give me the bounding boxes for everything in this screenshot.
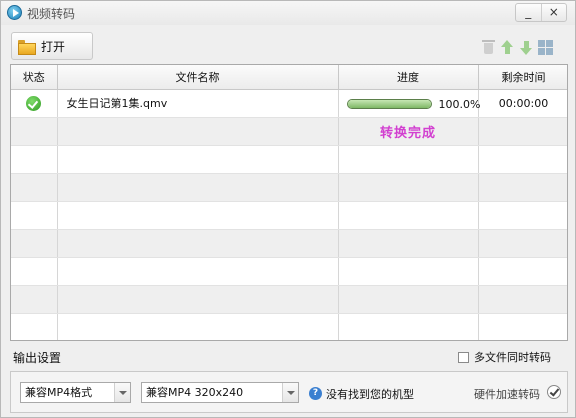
grid-view-icon[interactable]: [538, 40, 553, 55]
header-status[interactable]: 状态: [11, 65, 58, 90]
video-transcode-window: 视频转码 _ × 打开 状态 文件名称 进度 剩余时间 女生日记第1集.qmv …: [0, 0, 576, 418]
minimize-button[interactable]: _: [516, 4, 541, 21]
remaining-time-cell: 00:00:00: [478, 89, 567, 118]
progress-fill: [347, 99, 431, 108]
chevron-down-icon[interactable]: [114, 383, 130, 402]
move-down-icon[interactable]: [519, 40, 534, 55]
table-row: [11, 145, 567, 174]
title-bar: 视频转码 _ ×: [1, 1, 575, 25]
window-title: 视频转码: [27, 7, 76, 21]
chevron-down-icon[interactable]: [282, 383, 298, 402]
output-settings-label: 输出设置: [13, 351, 62, 365]
progress-text: 100.0%: [438, 97, 481, 111]
progress-cell: 100.0%: [338, 89, 481, 118]
multi-file-option[interactable]: 多文件同时转码: [458, 349, 551, 365]
move-up-icon[interactable]: [500, 40, 515, 55]
multi-file-label: 多文件同时转码: [474, 351, 551, 364]
status-cell: [11, 89, 58, 118]
app-logo-icon: [7, 5, 22, 20]
header-remaining-time[interactable]: 剩余时间: [478, 65, 567, 90]
file-list: 状态 文件名称 进度 剩余时间 女生日记第1集.qmv 100.0% 00:00…: [10, 64, 568, 341]
hardware-accel-label: 硬件加速转码: [474, 388, 540, 401]
filename-cell: 女生日记第1集.qmv: [57, 89, 339, 118]
table-row: [11, 285, 567, 314]
table-row[interactable]: 女生日记第1集.qmv 100.0% 00:00:00: [11, 89, 567, 118]
table-row: 转换完成: [11, 117, 567, 146]
resolution-select[interactable]: 兼容MP4 320x240: [141, 382, 299, 403]
empty-cell: [478, 117, 567, 146]
table-row: [11, 229, 567, 258]
open-button-label: 打开: [41, 39, 66, 54]
header-progress[interactable]: 进度: [338, 65, 479, 90]
window-controls: _ ×: [515, 3, 567, 22]
multi-file-checkbox[interactable]: [458, 351, 469, 363]
header-filename[interactable]: 文件名称: [57, 65, 339, 90]
device-not-found-link[interactable]: 没有找到您的机型: [326, 386, 414, 402]
format-select[interactable]: 兼容MP4格式: [20, 382, 131, 403]
table-row: [11, 201, 567, 230]
table-row: [11, 257, 567, 286]
help-icon[interactable]: ?: [309, 387, 322, 400]
hardware-accel-checkbox[interactable]: [547, 385, 561, 399]
table-row: [11, 173, 567, 202]
folder-icon: [18, 39, 36, 55]
empty-cell: [11, 117, 58, 146]
check-icon: [26, 95, 42, 111]
table-row: [11, 313, 567, 340]
close-button[interactable]: ×: [540, 4, 567, 21]
list-tools: [481, 40, 553, 55]
progress-bar: [346, 98, 432, 109]
empty-cell: [57, 117, 339, 146]
format-select-value: 兼容MP4格式: [25, 386, 93, 399]
resolution-select-value: 兼容MP4 320x240: [146, 386, 244, 399]
open-button[interactable]: 打开: [11, 32, 93, 60]
trash-icon[interactable]: [481, 40, 496, 55]
file-table: 状态 文件名称 进度 剩余时间 女生日记第1集.qmv 100.0% 00:00…: [11, 65, 567, 340]
output-settings-panel: 兼容MP4格式 兼容MP4 320x240 ? 没有找到您的机型 硬件加速转码: [10, 371, 568, 413]
status-message: 转换完成: [338, 117, 479, 146]
